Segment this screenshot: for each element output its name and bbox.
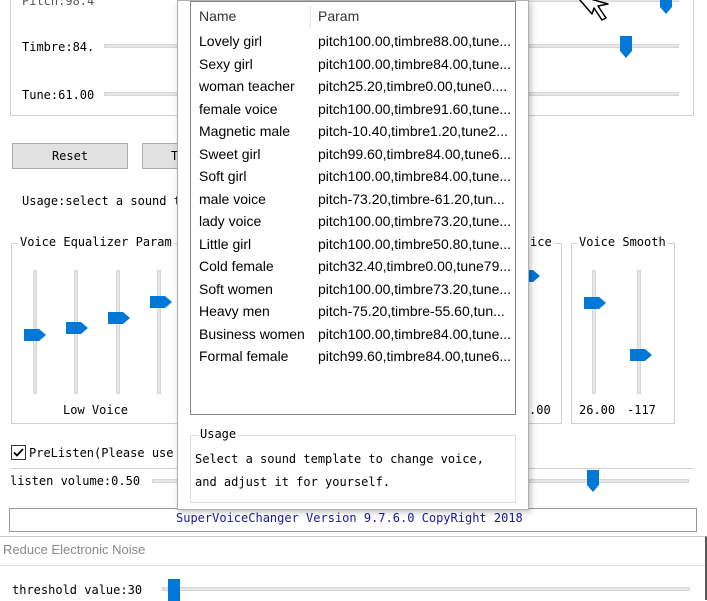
noise-window-title: Reduce Electronic Noise <box>3 542 146 557</box>
template-name: Soft women <box>199 280 273 297</box>
list-item[interactable]: Magnetic male pitch-10.40,timbre1.20,tune… <box>191 121 515 144</box>
list-item[interactable]: Cold female pitch32.40,timbre0.00,tune79.… <box>191 256 515 279</box>
partial-value: .00 <box>529 403 551 417</box>
timbre-slider-thumb[interactable] <box>620 36 632 58</box>
reset-button[interactable]: Reset <box>12 143 128 169</box>
column-header-name[interactable]: Name <box>199 8 236 24</box>
timbre-slider-track-right[interactable] <box>529 44 679 48</box>
template-list[interactable]: Name Param Lovely girl pitch100.00,timbre… <box>190 1 516 415</box>
template-name: Magnetic male <box>199 123 291 139</box>
voice-equalizer-title: Voice Equalizer Param <box>18 235 174 249</box>
template-param: pitch32.40,timbre0.00,tune79... <box>318 258 512 274</box>
template-name: Lovely girl <box>199 33 263 49</box>
smooth-value-2: -117 <box>627 403 656 417</box>
listen-volume-track-left[interactable] <box>152 479 180 483</box>
template-name: Sexy girl <box>199 55 253 72</box>
popup-usage-title: Usage <box>198 427 239 441</box>
template-param: pitch100.00,timbre84.00,tune... <box>318 55 512 72</box>
template-name: Heavy men <box>199 303 270 319</box>
usage-text: Usage:select a sound t <box>22 194 181 208</box>
prelisten-checkbox[interactable] <box>11 445 26 460</box>
popup-usage-box <box>190 435 516 503</box>
list-item[interactable]: lady voice pitch100.00,timbre73.20,tune..… <box>191 211 515 234</box>
list-item[interactable]: Sexy girl pitch100.00,timbre84.00,tune... <box>191 54 515 77</box>
list-item[interactable]: Business women pitch100.00,timbre84.00,tu… <box>191 324 515 347</box>
eq-slider-4-thumb[interactable] <box>150 296 172 308</box>
template-name: Little girl <box>199 235 252 252</box>
voice-smooth-panel <box>571 243 675 424</box>
template-name: Business women <box>199 325 305 342</box>
list-item[interactable]: Soft women pitch100.00,timbre73.20,tune..… <box>191 279 515 302</box>
list-item[interactable]: Little girl pitch100.00,timbre50.80,tune.… <box>191 234 515 257</box>
template-name: male voice <box>199 190 266 207</box>
tune-slider-track-right[interactable] <box>529 92 679 96</box>
mouse-pointer-icon <box>579 0 609 21</box>
eq-slider-4-track[interactable] <box>157 270 161 394</box>
timbre-slider-track[interactable] <box>104 44 178 48</box>
template-param: pitch100.00,timbre84.00,tune... <box>318 168 512 184</box>
template-param: pitch-10.40,timbre1.20,tune2... <box>318 123 508 139</box>
list-item[interactable]: woman teacher pitch25.20,timbre0.00,tune0… <box>191 76 515 99</box>
template-param: pitch100.00,timbre88.00,tune... <box>318 33 512 49</box>
template-param: pitch100.00,timbre73.20,tune... <box>318 213 512 229</box>
list-item[interactable]: Soft girl pitch100.00,timbre84.00,tune... <box>191 166 515 189</box>
smooth-value-1: 26.00 <box>579 403 616 417</box>
eq-slider-2-thumb[interactable] <box>66 322 88 334</box>
pitch-slider-thumb[interactable] <box>660 0 672 14</box>
list-item[interactable]: Formal female pitch99.60,timbre84.00,tune… <box>191 346 515 369</box>
tune-label: Tune:61.00 <box>22 88 95 102</box>
voice-smooth-title: Voice Smooth <box>577 235 668 249</box>
listen-volume-label: listen volume:0.50 <box>10 474 141 488</box>
eq-slider-3-track[interactable] <box>116 270 120 394</box>
template-name: woman teacher <box>199 78 295 94</box>
tune-slider-track[interactable] <box>104 92 178 96</box>
noise-divider <box>0 565 705 566</box>
smooth-slider-2-track[interactable] <box>637 270 641 394</box>
voice-partial-title: ice <box>528 235 554 249</box>
smooth-slider-2-thumb[interactable] <box>630 349 652 361</box>
threshold-label: threshold value:30 <box>12 583 143 597</box>
template-param: pitch-73.20,timbre-61.20,tun... <box>318 190 505 207</box>
column-header-param[interactable]: Param <box>318 8 359 24</box>
template-param: pitch99.60,timbre84.00,tune6... <box>318 348 512 364</box>
column-separator[interactable] <box>310 6 311 28</box>
eq-slider-1-thumb[interactable] <box>24 329 46 341</box>
template-name: Cold female <box>199 258 274 274</box>
template-name: lady voice <box>199 213 262 229</box>
smooth-slider-1-thumb[interactable] <box>584 297 606 309</box>
sound-template-popup: Name Param Lovely girl pitch100.00,timbre… <box>177 0 529 510</box>
list-header: Name Param <box>191 2 515 30</box>
template-param: pitch100.00,timbre91.60,tune... <box>318 100 512 117</box>
list-item[interactable]: male voice pitch-73.20,timbre-61.20,tun..… <box>191 189 515 212</box>
template-param: pitch99.60,timbre84.00,tune6... <box>318 145 512 162</box>
threshold-slider-track[interactable] <box>162 587 690 591</box>
template-name: Soft girl <box>199 168 247 184</box>
template-param: pitch25.20,timbre0.00,tune0.... <box>318 78 508 94</box>
pitch-label: Pitch:98.4 <box>22 0 95 8</box>
threshold-slider-thumb[interactable] <box>168 579 180 601</box>
version-text: SuperVoiceChanger Version 9.7.6.0 CopyRi… <box>176 511 523 525</box>
eq-slider-3-thumb[interactable] <box>108 312 130 324</box>
listen-volume-track-right[interactable] <box>529 479 689 483</box>
list-item[interactable]: Lovely girl pitch100.00,timbre88.00,tune.… <box>191 31 515 54</box>
template-param: pitch100.00,timbre73.20,tune... <box>318 280 512 297</box>
smooth-slider-1-track[interactable] <box>592 270 596 394</box>
popup-usage-line2: and adjust it for yourself. <box>195 475 391 489</box>
list-item[interactable]: female voice pitch100.00,timbre91.60,tune… <box>191 99 515 122</box>
prelisten-label: PreListen(Please use <box>29 446 174 460</box>
template-param: pitch100.00,timbre50.80,tune... <box>318 235 512 252</box>
template-name: Sweet girl <box>199 145 261 162</box>
listen-volume-thumb[interactable] <box>587 470 599 492</box>
popup-usage-line1: Select a sound template to change voice, <box>195 452 484 466</box>
template-param: pitch100.00,timbre84.00,tune... <box>318 325 512 342</box>
list-item[interactable]: Sweet girl pitch99.60,timbre84.00,tune6..… <box>191 144 515 167</box>
template-name: Formal female <box>199 348 289 364</box>
timbre-label: Timbre:84. <box>22 40 95 54</box>
template-param: pitch-75.20,timbre-55.60,tun... <box>318 303 505 319</box>
list-item[interactable]: Heavy men pitch-75.20,timbre-55.60,tun... <box>191 301 515 324</box>
low-voice-label: Low Voice <box>63 403 129 417</box>
template-name: female voice <box>199 100 278 117</box>
